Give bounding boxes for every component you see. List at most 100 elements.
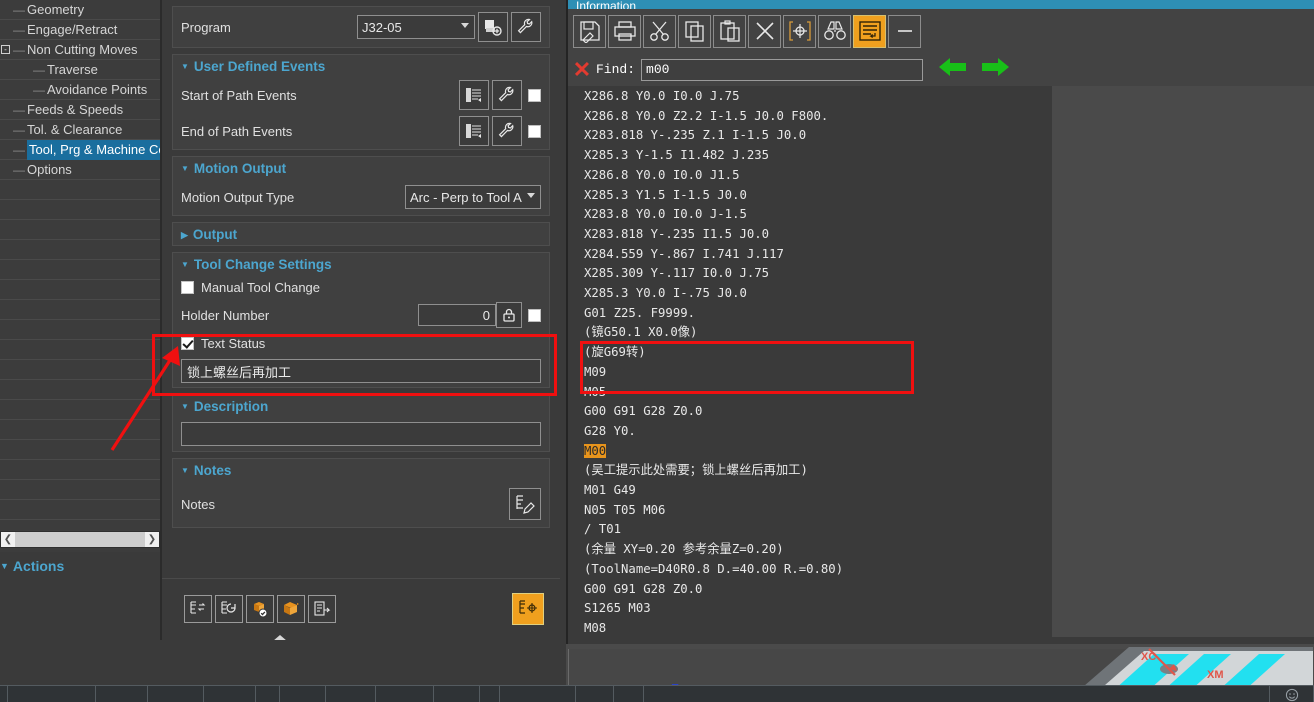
scroll-thumb[interactable]: [15, 532, 145, 547]
tree-expander-icon[interactable]: -: [1, 45, 10, 54]
operation-navigator-tree[interactable]: — Geometry — Engage/Retract - — Non Cutting Mo…: [0, 0, 160, 552]
status-bar: [0, 685, 1314, 702]
motion-output-type-label: Motion Output Type: [181, 189, 295, 205]
tree-row-empty: [0, 260, 160, 280]
gcode-line: G28 Y0.: [584, 423, 636, 438]
save-icon[interactable]: [573, 14, 606, 48]
tree-item-engage-retract[interactable]: — Engage/Retract: [0, 20, 160, 40]
scroll-left-arrow[interactable]: ❮: [1, 532, 15, 547]
gcode-text-area[interactable]: X286.8 Y0.0 I0.0 J.75 X286.8 Y0.0 Z2.2 I-…: [568, 86, 1052, 637]
tree-branch-line-icon: —: [13, 123, 25, 137]
description-input[interactable]: [181, 422, 541, 446]
tree-item-geometry[interactable]: — Geometry: [0, 0, 160, 20]
verify-toolpath-button[interactable]: [246, 595, 274, 623]
notes-header[interactable]: ▼ Notes: [173, 459, 549, 481]
actions-section-header[interactable]: ▼ Actions: [0, 555, 160, 577]
tool-change-settings-header[interactable]: ▼ Tool Change Settings: [173, 253, 549, 275]
simulate-material-removal-button[interactable]: [277, 595, 305, 623]
end-events-edit-button[interactable]: [459, 116, 489, 146]
description-header[interactable]: ▼ Description: [173, 395, 549, 417]
user-defined-events-header[interactable]: ▼ User Defined Events: [173, 55, 549, 77]
tree-item-label: Engage/Retract: [27, 22, 118, 37]
start-events-edit-button[interactable]: [459, 80, 489, 110]
manual-tool-change-checkbox[interactable]: [181, 280, 194, 294]
gcode-line: X286.8 Y0.0 Z2.2 I-1.5 J0.0 F800.: [584, 108, 829, 123]
find-next-icon[interactable]: [981, 56, 1011, 83]
find-previous-icon[interactable]: [937, 56, 967, 83]
notes-edit-button[interactable]: [509, 488, 541, 520]
close-icon[interactable]: [748, 14, 781, 48]
program-label: Program: [181, 19, 231, 35]
tree-item-traverse[interactable]: — Traverse: [0, 60, 160, 80]
post-process-button[interactable]: [308, 595, 336, 623]
program-combo-wrap[interactable]: [357, 15, 475, 39]
holder-number-input[interactable]: [418, 304, 496, 326]
tree-branch-line-icon: —: [33, 63, 45, 77]
minimize-icon[interactable]: [888, 14, 921, 48]
notes-label: Notes: [181, 496, 215, 512]
tree-branch-line-icon: —: [13, 23, 25, 37]
dialog-bottom-filler: [0, 640, 566, 685]
binoculars-icon[interactable]: [818, 14, 851, 48]
program-select[interactable]: [357, 15, 475, 39]
tree-branch-line-icon: —: [13, 163, 25, 177]
output-title: Output: [192, 227, 238, 242]
motion-output-type-select[interactable]: [405, 185, 541, 209]
end-events-checkbox[interactable]: [528, 124, 541, 138]
close-find-icon[interactable]: ✕: [568, 58, 596, 81]
tree-row-empty: [0, 320, 160, 340]
start-events-checkbox[interactable]: [528, 88, 541, 102]
tree-item-label: Tol. & Clearance: [27, 122, 123, 137]
tree-item-options[interactable]: — Options: [0, 160, 160, 180]
tree-item-tol-clearance[interactable]: — Tol. & Clearance: [0, 120, 160, 140]
motion-output-type-combo-wrap[interactable]: [405, 185, 541, 209]
copy-icon[interactable]: [678, 14, 711, 48]
generate-toolpath-button[interactable]: [184, 595, 212, 623]
tree-item-label: Tool, Prg & Machine Co: [27, 140, 160, 160]
paste-icon[interactable]: [713, 14, 746, 48]
tree-item-non-cutting-moves[interactable]: - — Non Cutting Moves: [0, 40, 160, 60]
gcode-line: X285.309 Y-.117 I0.0 J.75: [584, 266, 770, 281]
end-events-wrench-button[interactable]: [492, 116, 522, 146]
tool-prg-machine-control-panel: Program J32-05 ▼ User Defined Events Sta…: [160, 0, 560, 640]
new-program-button[interactable]: [478, 12, 508, 42]
show-toolpath-highlight-button[interactable]: [512, 593, 544, 625]
holder-number-checkbox[interactable]: [528, 308, 541, 322]
gcode-line: G01 Z25. F9999.: [584, 305, 696, 320]
scroll-right-arrow[interactable]: ❯: [145, 532, 159, 547]
information-title-bar[interactable]: Information: [568, 0, 1314, 9]
tree-item-tool-prg-machine-co[interactable]: — Tool, Prg & Machine Co: [0, 140, 160, 160]
output-header[interactable]: ▶ Output: [173, 223, 549, 245]
holder-lock-button[interactable]: [496, 302, 522, 328]
edit-program-wrench-button[interactable]: [511, 12, 541, 42]
tree-horizontal-scrollbar[interactable]: ❮ ❯: [0, 531, 160, 548]
tree-item-feeds-speeds[interactable]: — Feeds & Speeds: [0, 100, 160, 120]
xm-axis-label: XM: [1207, 669, 1224, 681]
smiley-icon[interactable]: [1285, 688, 1299, 702]
tree-branch-line-icon: —: [13, 103, 25, 117]
cut-icon[interactable]: [643, 14, 676, 48]
tree-branch-line-icon: —: [13, 143, 25, 157]
find-label: Find:: [596, 62, 636, 77]
tree-branch-line-icon: —: [13, 43, 25, 57]
find-input[interactable]: [641, 58, 924, 81]
tree-item-label: Avoidance Points: [47, 82, 148, 97]
holder-number-label: Holder Number: [181, 307, 270, 323]
graphics-viewport[interactable]: XC XM Z: [566, 644, 1314, 685]
chevron-down-icon: ▼: [181, 259, 189, 269]
text-status-checkbox[interactable]: [181, 336, 194, 350]
tree-row-empty: [0, 460, 160, 480]
print-icon[interactable]: [608, 14, 641, 48]
motion-output-header[interactable]: ▼ Motion Output: [173, 157, 549, 179]
gcode-line: N05 T05 M06: [584, 502, 666, 517]
tree-row-empty: [0, 240, 160, 260]
replay-toolpath-button[interactable]: [215, 595, 243, 623]
start-events-wrench-button[interactable]: [492, 80, 522, 110]
tree-item-avoidance-points[interactable]: — Avoidance Points: [0, 80, 160, 100]
text-status-input[interactable]: [181, 359, 541, 383]
wrap-text-icon[interactable]: [853, 14, 886, 48]
gcode-line: X283.8 Y0.0 I0.0 J-1.5: [584, 207, 747, 222]
manual-tool-change-row[interactable]: Manual Tool Change: [173, 275, 549, 299]
text-status-row[interactable]: Text Status: [173, 331, 549, 355]
target-icon[interactable]: [783, 14, 816, 48]
